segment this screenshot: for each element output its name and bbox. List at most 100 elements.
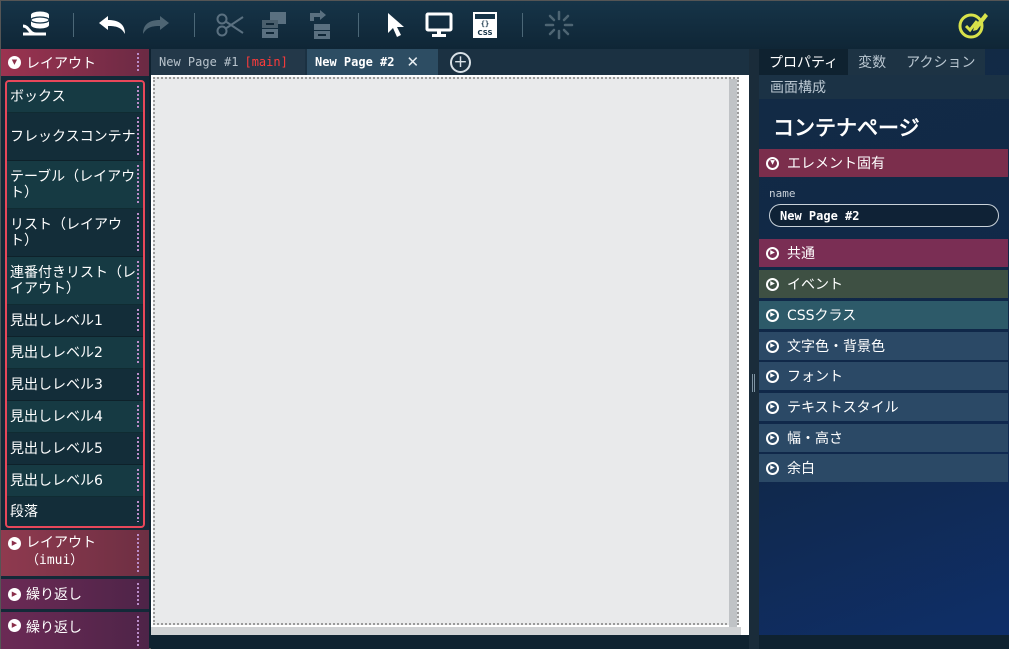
palette-item-label: 見出しレベル1 xyxy=(10,312,103,329)
tab-properties[interactable]: プロパティ xyxy=(759,49,849,75)
collapse-icon: ▼ xyxy=(8,56,21,69)
scissors-icon[interactable] xyxy=(213,9,247,41)
css-file-icon[interactable]: {} CSS xyxy=(468,9,502,41)
copy-blocks-icon[interactable] xyxy=(257,9,291,41)
section-size[interactable]: ▶ 幅・高さ xyxy=(759,424,1008,452)
data-tree-icon[interactable] xyxy=(19,9,53,41)
status-strip xyxy=(151,635,749,649)
tab-screen-structure[interactable]: 画面構成 xyxy=(759,75,1009,99)
svg-text:{}: {} xyxy=(481,20,489,28)
toolbar-separator xyxy=(522,13,523,37)
section-margin[interactable]: ▶ 余白 xyxy=(759,454,1008,482)
palette-group-layout-imui[interactable]: ▶ レイアウト （imui） xyxy=(1,530,149,576)
tab-label: New Page #1 xyxy=(159,55,239,69)
palette-item-heading-4[interactable]: 見出しレベル4 xyxy=(7,401,143,433)
palette-group-repeat[interactable]: ▶ 繰り返し xyxy=(1,579,149,609)
container-page-canvas[interactable] xyxy=(153,77,739,627)
section-label: 余白 xyxy=(787,461,815,477)
undo-icon[interactable] xyxy=(95,9,129,41)
toolbar-separator xyxy=(73,13,74,37)
splitter-grip-icon[interactable] xyxy=(752,374,756,392)
palette-item-heading-3[interactable]: 見出しレベル3 xyxy=(7,369,143,401)
tab-actions[interactable]: アクション xyxy=(896,49,986,75)
section-common[interactable]: ▶ 共通 xyxy=(759,239,1008,267)
palette-item-label: フレックスコンテナ xyxy=(10,128,136,145)
palette-item-flex-container[interactable]: フレックスコンテナ xyxy=(7,113,143,161)
palette-item-label: ボックス xyxy=(10,89,66,105)
tab-new-page-2[interactable]: New Page #2 ✕ xyxy=(307,49,438,75)
palette-group-label: レイアウト xyxy=(26,55,96,72)
palette-item-label: 見出しレベル4 xyxy=(10,408,103,425)
toolbar: {} CSS xyxy=(1,1,1009,49)
section-label: 文字色・背景色 xyxy=(787,339,885,355)
close-icon[interactable]: ✕ xyxy=(406,53,419,71)
drag-handle xyxy=(137,165,139,204)
drag-handle xyxy=(137,309,139,332)
palette-item-label: リスト（レイアウト） xyxy=(10,216,122,249)
palette-item-paragraph[interactable]: 段落 xyxy=(7,497,143,526)
css-icon-label: CSS xyxy=(477,29,492,37)
palette-item-box[interactable]: ボックス xyxy=(7,82,143,113)
drag-handle xyxy=(137,501,139,522)
horizontal-scrollbar[interactable] xyxy=(151,627,741,635)
drag-handle xyxy=(137,213,139,252)
palette-group-repeat-2[interactable]: ▶ 繰り返し xyxy=(1,612,149,649)
drag-handle xyxy=(137,616,139,648)
element-type-title: コンテナページ xyxy=(773,116,920,140)
expand-icon: ▶ xyxy=(8,619,21,632)
expand-icon: ▶ xyxy=(766,400,779,414)
vertical-scrollbar[interactable] xyxy=(729,79,737,627)
drag-handle xyxy=(137,261,139,300)
expand-icon: ▶ xyxy=(766,431,779,445)
section-label: 幅・高さ xyxy=(787,431,843,447)
name-input[interactable] xyxy=(769,204,999,227)
expand-icon: ▶ xyxy=(766,461,779,475)
pointer-icon[interactable] xyxy=(379,9,413,41)
palette-group-label: 繰り返し xyxy=(26,620,82,636)
tab-new-page-1[interactable]: New Page #1 [main] xyxy=(151,49,305,75)
palette-item-label: 見出しレベル6 xyxy=(10,472,103,489)
section-css-class[interactable]: ▶ CSSクラス xyxy=(759,301,1008,329)
section-event[interactable]: ▶ イベント xyxy=(759,270,1008,298)
scrollbar-thumb[interactable] xyxy=(729,79,737,627)
palette-item-heading-2[interactable]: 見出しレベル2 xyxy=(7,337,143,369)
add-tab-button[interactable]: + xyxy=(450,52,471,73)
paste-blocks-icon[interactable] xyxy=(303,9,337,41)
palette-item-label: テーブル（レイアウト） xyxy=(10,168,136,201)
palette-item-heading-6[interactable]: 見出しレベル6 xyxy=(7,465,143,497)
monitor-icon[interactable] xyxy=(422,9,456,41)
drag-handle xyxy=(137,469,139,492)
palette-item-heading-5[interactable]: 見出しレベル5 xyxy=(7,433,143,465)
palette-group-sublabel: （imui） xyxy=(26,553,84,568)
section-font[interactable]: ▶ フォント xyxy=(759,362,1008,390)
redo-icon[interactable] xyxy=(139,9,173,41)
expand-icon: ▶ xyxy=(766,277,779,291)
panel-splitter[interactable] xyxy=(749,49,759,649)
palette-item-label: 段落 xyxy=(10,503,38,520)
palette-item-table-layout[interactable]: テーブル（レイアウト） xyxy=(7,161,143,209)
edit-check-icon[interactable] xyxy=(956,9,990,41)
palette-group-label: レイアウト xyxy=(26,535,96,551)
drag-handle xyxy=(137,373,139,396)
section-label: テキストスタイル xyxy=(787,400,899,416)
collapse-icon: ▼ xyxy=(766,156,779,170)
palette-item-heading-1[interactable]: 見出しレベル1 xyxy=(7,305,143,337)
panel-footer xyxy=(759,635,1009,649)
palette-item-ordered-list-layout[interactable]: 連番付きリスト（レイアウト） xyxy=(7,257,143,305)
palette-item-label: 連番付きリスト（レイアウト） xyxy=(10,264,136,297)
expand-icon: ▶ xyxy=(766,339,779,353)
section-color[interactable]: ▶ 文字色・背景色 xyxy=(759,332,1008,360)
palette-group-label: 繰り返し xyxy=(26,587,82,603)
palette-item-list-layout[interactable]: リスト（レイアウト） xyxy=(7,209,143,257)
design-canvas-area xyxy=(151,75,749,635)
section-text-style[interactable]: ▶ テキストスタイル xyxy=(759,393,1008,421)
page-tabs: New Page #1 [main] New Page #2 ✕ + xyxy=(151,49,749,75)
section-element-specific[interactable]: ▼ エレメント固有 xyxy=(759,149,1008,177)
section-label: フォント xyxy=(787,369,843,385)
section-label: イベント xyxy=(787,277,843,293)
palette-group-layout[interactable]: ▼ レイアウト xyxy=(1,49,149,76)
section-label: 共通 xyxy=(787,246,815,262)
palette-items-highlighted: ボックス フレックスコンテナ テーブル（レイアウト） リスト（レイアウト） 連番… xyxy=(5,80,145,528)
tab-variables[interactable]: 変数 xyxy=(848,49,897,75)
spinner-icon xyxy=(542,9,576,41)
